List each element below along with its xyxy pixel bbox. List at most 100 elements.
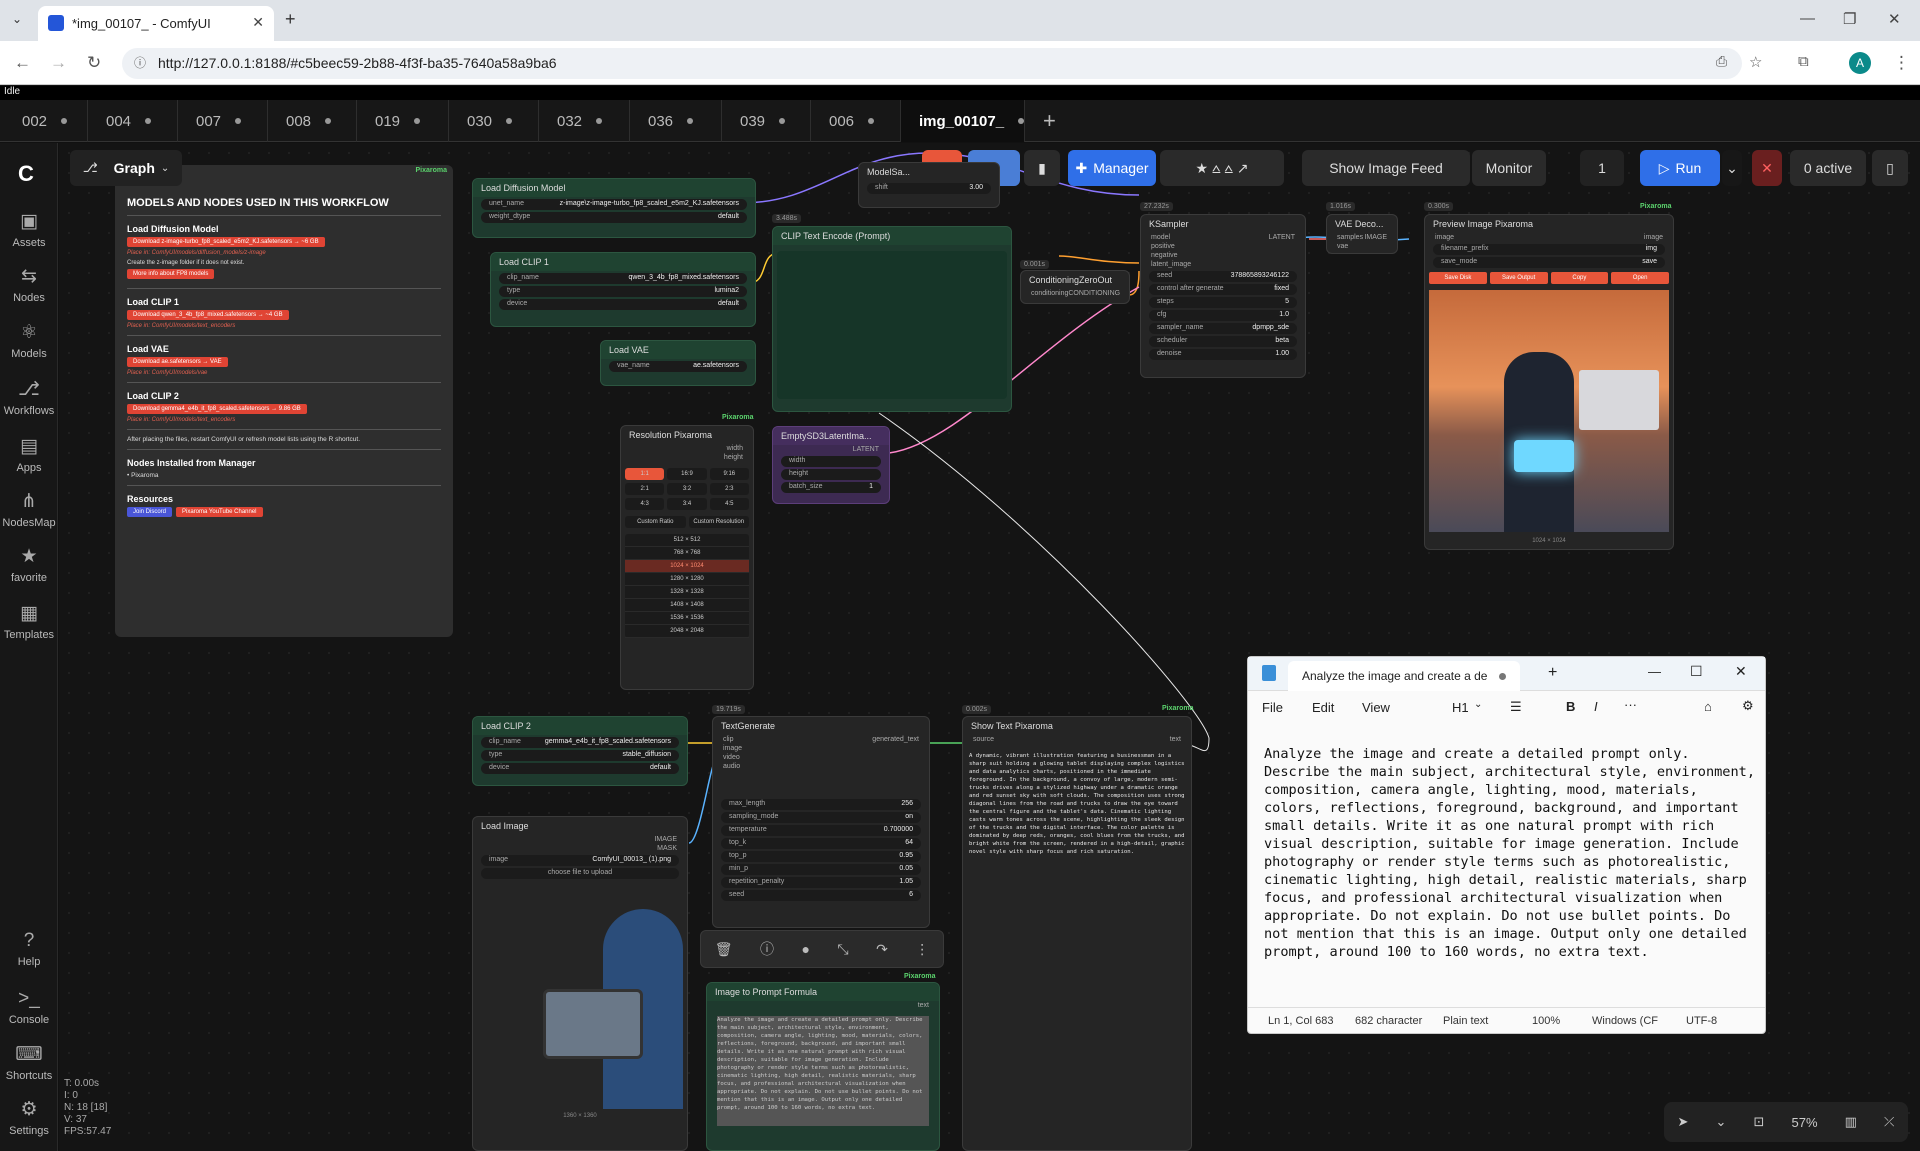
min-p-widget[interactable]: min_p 0.05: [721, 864, 921, 875]
url-field[interactable]: ⓘ http://127.0.0.1:8188/#c5beec59-2b88-4…: [122, 48, 1742, 79]
workflow-tab[interactable]: 039: [722, 100, 811, 142]
more-icon[interactable]: ···: [1624, 697, 1637, 712]
back-icon[interactable]: ←: [14, 53, 31, 73]
download-vae-button[interactable]: Download ae.safetensors → VAE: [127, 357, 228, 367]
custom-resolution-button[interactable]: Custom Resolution: [688, 516, 749, 528]
size-option[interactable]: 2048 × 2048: [625, 625, 749, 638]
new-tab-icon[interactable]: +: [285, 9, 296, 30]
conditioning-slot[interactable]: conditioning CONDITIONING: [1021, 289, 1129, 298]
workflow-tab[interactable]: 007: [178, 100, 268, 142]
seed-widget[interactable]: seed 378865893246122: [1149, 271, 1297, 282]
ratio-button[interactable]: 4:3: [625, 498, 665, 510]
italic-icon[interactable]: I: [1594, 699, 1598, 714]
resolution-node[interactable]: Resolution Pixaroma width height 1:1 16:9…: [620, 425, 754, 690]
download-clip2-button[interactable]: Download gemma4_e4b_it_fp8_scaled.safete…: [127, 404, 307, 414]
workflow-tab[interactable]: 019: [357, 100, 449, 142]
join-discord-button[interactable]: Join Discord: [127, 507, 173, 517]
fit-view-icon[interactable]: ⊡: [1754, 1114, 1765, 1130]
size-option[interactable]: 1408 × 1408: [625, 599, 749, 612]
workflow-tab[interactable]: 004: [88, 100, 178, 142]
size-option[interactable]: 1024 × 1024: [625, 560, 749, 573]
manager-button[interactable]: ✚ Manager: [1068, 150, 1156, 186]
load-clip2-node[interactable]: Load CLIP 2 clip_name gemma4_e4b_it_fp8_s…: [472, 716, 688, 786]
browser-menu-icon[interactable]: ⋮: [1893, 53, 1910, 73]
fp8-info-button[interactable]: More info about FP8 models: [127, 269, 215, 279]
minimize-icon[interactable]: —: [1800, 10, 1815, 27]
repetition-penalty-widget[interactable]: repetition_penalty 1.05: [721, 877, 921, 888]
max-length-widget[interactable]: max_length 256: [721, 799, 921, 810]
browser-tab[interactable]: *img_00107_ - ComfyUI ✕: [38, 6, 274, 41]
load-diffusion-node[interactable]: Load Diffusion Model unet_name z-image\z-…: [472, 178, 756, 238]
comfyui-logo-icon[interactable]: C: [18, 161, 34, 187]
notepad-maximize-icon[interactable]: ☐: [1690, 663, 1703, 680]
video-slot[interactable]: video: [713, 753, 929, 762]
youtube-button[interactable]: Pixaroma YouTube Channel: [176, 507, 263, 517]
bookmark-star-icon[interactable]: ☆: [1749, 53, 1762, 71]
width-output[interactable]: width: [621, 444, 753, 453]
bookmark-icon[interactable]: ▮: [1024, 150, 1060, 186]
sidebar-item-favorite[interactable]: ★ favorite: [0, 545, 58, 584]
scheduler-widget[interactable]: scheduler beta: [1149, 336, 1297, 347]
seed-widget[interactable]: seed 6: [721, 890, 921, 901]
latent-slot[interactable]: latent_image: [1141, 260, 1305, 269]
shift-widget[interactable]: shift 3.00: [867, 183, 991, 194]
sidebar-item-shortcuts[interactable]: ⌨ Shortcuts: [0, 1043, 58, 1082]
text-output[interactable]: text: [707, 1001, 939, 1010]
collapse-icon[interactable]: ⤡: [837, 941, 848, 958]
clip2-device-widget[interactable]: device default: [481, 763, 679, 774]
size-option[interactable]: 1536 × 1536: [625, 612, 749, 625]
mask-output[interactable]: MASK: [473, 844, 687, 853]
weight-dtype-widget[interactable]: weight_dtype default: [481, 212, 747, 223]
preview-image-node[interactable]: Preview Image Pixaroma image image filena…: [1424, 214, 1674, 550]
notepad-close-icon[interactable]: ✕: [1735, 663, 1747, 680]
model-slot[interactable]: model LATENT: [1141, 233, 1305, 242]
list-icon[interactable]: ☰: [1510, 699, 1522, 715]
denoise-widget[interactable]: denoise 1.00: [1149, 349, 1297, 360]
unet-name-widget[interactable]: unet_name z-image\z-image-turbo_fp8_scale…: [481, 199, 747, 210]
redo-icon[interactable]: ↷: [876, 941, 888, 958]
positive-slot[interactable]: positive: [1141, 242, 1305, 251]
ratio-button[interactable]: 1:1: [625, 468, 665, 480]
run-button[interactable]: ▷ Run: [1640, 150, 1720, 186]
steps-widget[interactable]: steps 5: [1149, 297, 1297, 308]
preview-action-button[interactable]: Copy: [1550, 272, 1609, 284]
sidebar-item-settings[interactable]: ⚙ Settings: [0, 1098, 58, 1137]
vae-slot[interactable]: vae: [1327, 242, 1397, 251]
height-output[interactable]: height: [621, 453, 753, 462]
cfg-widget[interactable]: cfg 1.0: [1149, 310, 1297, 321]
new-workflow-tab-icon[interactable]: +: [1043, 108, 1056, 134]
notepad-tab[interactable]: Analyze the image and create a de: [1288, 661, 1520, 691]
download-diffusion-button[interactable]: Download z-image-turbo_fp8_scaled_e5m2_K…: [127, 237, 325, 247]
notepad-settings-icon[interactable]: ⚙: [1742, 698, 1754, 714]
size-option[interactable]: 512 × 512: [625, 534, 749, 547]
vae-name-widget[interactable]: vae_name ae.safetensors: [609, 361, 747, 372]
chevron-down-icon[interactable]: ⌄: [1716, 1114, 1727, 1130]
clip-type-widget[interactable]: type lumina2: [499, 286, 747, 297]
vae-decode-node[interactable]: VAE Deco... samples IMAGE vae: [1326, 214, 1398, 254]
minimap-icon[interactable]: ▥: [1845, 1114, 1857, 1130]
notepad-new-tab-icon[interactable]: +: [1548, 664, 1557, 682]
save-mode-widget[interactable]: save_mode save: [1433, 257, 1665, 268]
cond-zero-node[interactable]: ConditioningZeroOut conditioning CONDITIO…: [1020, 270, 1130, 304]
site-info-icon[interactable]: ⓘ: [134, 54, 146, 71]
bold-icon[interactable]: B: [1566, 699, 1575, 714]
clip-text-encode-node[interactable]: CLIP Text Encode (Prompt): [772, 226, 1012, 412]
control-widget[interactable]: control after generate fixed: [1149, 284, 1297, 295]
top-p-widget[interactable]: top_p 0.95: [721, 851, 921, 862]
more-options-icon[interactable]: ⋮: [915, 941, 929, 958]
menu-edit[interactable]: Edit: [1312, 700, 1334, 715]
clip-name-widget[interactable]: clip_name qwen_3_4b_fp8_mixed.safetensors: [499, 273, 747, 284]
sidebar-item-workflows[interactable]: ⎇ Workflows: [0, 378, 58, 417]
load-image-node[interactable]: Load Image IMAGE MASK image ComfyUI_00013…: [472, 816, 688, 1151]
monitor-button[interactable]: Monitor: [1472, 150, 1546, 186]
custom-ratio-button[interactable]: Custom Ratio: [625, 516, 686, 528]
workflow-tab[interactable]: img_00107_: [901, 100, 1025, 142]
clip-device-widget[interactable]: device default: [499, 299, 747, 310]
cancel-queue-button[interactable]: ✕: [1752, 150, 1782, 186]
size-option[interactable]: 1280 × 1280: [625, 573, 749, 586]
ratio-button[interactable]: 2:3: [709, 483, 749, 495]
size-option[interactable]: 768 × 768: [625, 547, 749, 560]
preview-action-button[interactable]: Open: [1611, 272, 1669, 284]
top-k-widget[interactable]: top_k 64: [721, 838, 921, 849]
sidebar-item-assets[interactable]: ▣ Assets: [0, 210, 58, 249]
